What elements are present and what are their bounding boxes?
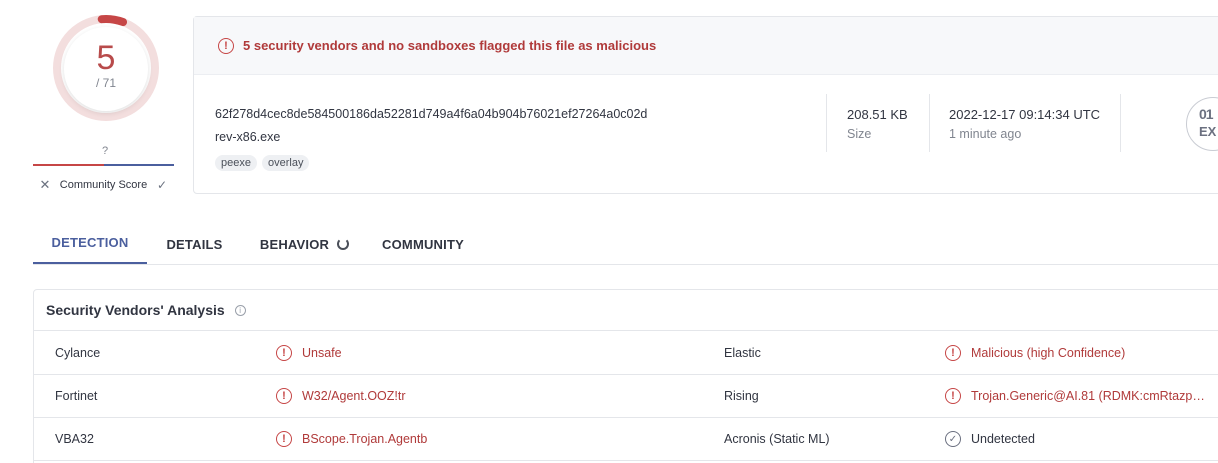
tab-community-label: COMMUNITY [382,236,464,252]
vendor-result: ✓ Undetected [945,418,1035,460]
tab-detection-label: DETECTION [51,235,129,250]
table-row: VBA32 ! BScope.Trojan.Agentb Acronis (St… [34,418,1218,461]
file-type-text: EX [1199,124,1217,139]
info-icon[interactable]: i [234,304,246,316]
tab-detection[interactable]: DETECTION [33,223,147,265]
file-size-label: Size [847,127,872,141]
community-score-bar-negative [33,164,104,166]
alert-circle-icon: ! [276,345,292,361]
tab-community[interactable]: COMMUNITY [367,223,479,265]
divider [929,94,930,152]
table-row: Cylance ! Unsafe Elastic ! Malicious (hi… [34,332,1218,375]
vendor-result: ! Unsafe [276,332,342,374]
alert-circle-icon: ! [276,388,292,404]
file-type-icon: 01 EX [1186,97,1218,151]
vendor-result: ! Trojan.Generic@AI.81 (RDMK:cmRtazp… [945,375,1205,417]
panel-header: Security Vendors' Analysis i [34,290,1218,331]
alert-circle-icon: ! [276,431,292,447]
banner-text: 5 security vendors and no sandboxes flag… [243,38,657,53]
detection-count: 5 [96,39,116,77]
vendor-name: Fortinet [55,389,98,403]
report-tabs: DETECTION DETAILS BEHAVIOR COMMUNITY [33,223,479,265]
tag-overlay[interactable]: overlay [261,155,310,171]
panel-title: Security Vendors' Analysis [46,302,225,318]
divider [1120,94,1121,152]
alert-circle-icon: ! [945,388,961,404]
tag-peexe[interactable]: peexe [215,155,257,171]
tab-details[interactable]: DETAILS [147,223,242,265]
loading-spinner-icon [337,238,350,250]
vendor-name: Rising [724,389,759,403]
analysis-date-label: 1 minute ago [949,127,1022,141]
vendor-name: VBA32 [55,432,94,446]
check-icon[interactable]: ✓ [150,178,174,192]
community-score-row: ✕ Community Score ✓ [33,176,174,194]
community-score-bar-positive [103,164,174,166]
tabs-divider [33,264,1218,265]
security-vendors-panel: Security Vendors' Analysis i Cylance ! U… [33,289,1218,463]
vendor-result: ! BScope.Trojan.Agentb [276,418,427,460]
vendor-result: ! W32/Agent.OOZ!tr [276,375,406,417]
table-row: Fortinet ! W32/Agent.OOZ!tr Rising ! Tro… [34,375,1218,418]
vendor-name: Cylance [55,346,101,360]
result-text: Malicious (high Confidence) [971,346,1126,360]
vendor-name: Elastic [724,346,761,360]
tab-details-label: DETAILS [166,236,223,252]
file-report-page: 5 / 71 ? ✕ Community Score ✓ ! 5 securit… [0,0,1218,463]
divider [826,94,827,152]
result-text: Unsafe [302,346,342,360]
score-circle: 5 / 71 [64,27,148,111]
community-score-label: Community Score [59,179,148,191]
file-size-value: 208.51 KB [847,107,908,122]
analysis-date-value: 2022-12-17 09:14:34 UTC [949,107,1101,122]
engine-total: / 71 [95,76,116,90]
community-score-value: ? [101,145,109,157]
result-text: BScope.Trojan.Agentb [302,432,428,446]
result-text: W32/Agent.OOZ!tr [302,389,406,403]
file-tags: peexe overlay [215,155,310,171]
vendor-result: ! Malicious (high Confidence) [945,332,1125,374]
detection-banner: ! 5 security vendors and no sandboxes fl… [194,17,1218,75]
detection-score-widget: 5 / 71 ? ✕ Community Score ✓ [30,0,180,200]
file-type-glyph: 01 [1199,106,1214,122]
file-name: rev-x86.exe [215,130,281,144]
result-text: Undetected [971,432,1035,446]
community-score-bar [33,164,174,166]
alert-circle-icon: ! [218,37,234,54]
file-hash[interactable]: 62f278d4cec8de584500186da52281d749a4f6a0… [215,107,647,121]
close-icon[interactable]: ✕ [33,177,57,193]
vendor-name: Acronis (Static ML) [724,432,830,446]
tab-behavior[interactable]: BEHAVIOR [242,223,367,265]
alert-circle-icon: ! [945,345,961,361]
check-circle-icon: ✓ [945,431,961,447]
tab-behavior-label: BEHAVIOR [259,236,330,252]
result-text: Trojan.Generic@AI.81 (RDMK:cmRtazp… [971,389,1205,403]
file-summary-card: ! 5 security vendors and no sandboxes fl… [193,16,1218,194]
